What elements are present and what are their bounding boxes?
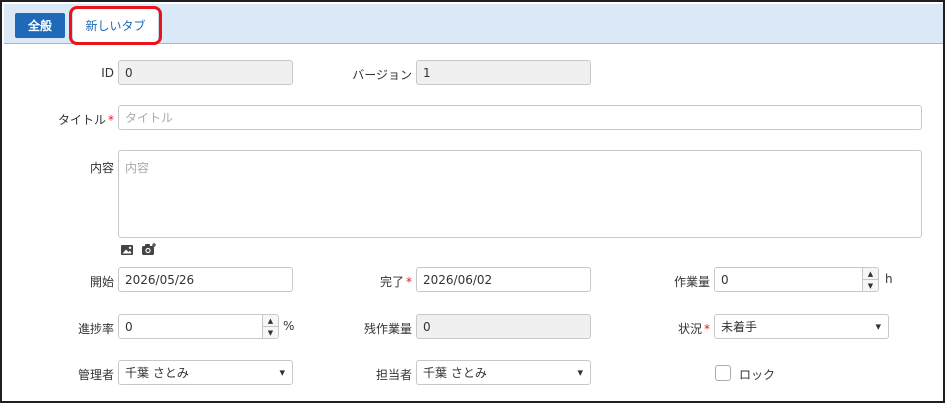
assignee-select[interactable]: 千葉 さとみ ▾	[416, 360, 591, 385]
workload-unit: h	[885, 272, 893, 286]
required-mark: *	[108, 113, 114, 127]
status-value: 未着手	[721, 320, 758, 334]
id-field: 0	[118, 60, 293, 85]
remaining-field: 0	[416, 314, 591, 339]
chevron-down-icon: ▾	[875, 320, 881, 333]
spin-down-icon[interactable]: ▼	[263, 327, 278, 338]
workload-value: 0	[721, 272, 729, 287]
form-frame: 全般 新しいタブ ID 0 バージョン 1 タイトル * タイトル 内容 内容 開…	[0, 0, 945, 403]
end-date-input[interactable]: 2026/06/02	[416, 267, 591, 292]
status-select[interactable]: 未着手 ▾	[714, 314, 889, 339]
content-label: 内容	[89, 161, 114, 175]
remaining-label: 残作業量	[363, 322, 412, 336]
workload-label: 作業量	[673, 275, 710, 289]
end-label: 完了 *	[342, 273, 412, 290]
manager-value: 千葉 さとみ	[125, 366, 189, 380]
title-input[interactable]: タイトル	[118, 105, 922, 130]
manager-label: 管理者	[77, 368, 114, 382]
workload-input[interactable]: 0 ▲ ▼	[714, 267, 879, 292]
progress-unit: %	[283, 319, 295, 333]
start-label: 開始	[89, 275, 114, 289]
chevron-down-icon: ▾	[577, 366, 583, 379]
progress-value: 0	[125, 319, 133, 334]
version-field: 1	[416, 60, 591, 85]
progress-label: 進捗率	[77, 322, 114, 336]
version-label: バージョン	[352, 68, 412, 82]
assignee-value: 千葉 さとみ	[423, 366, 487, 380]
id-label: ID	[101, 66, 114, 80]
assignee-label: 担当者	[375, 368, 412, 382]
status-label: 状況 *	[642, 320, 710, 337]
lock-checkbox[interactable]	[715, 365, 731, 381]
status-label-text: 状況	[677, 322, 702, 336]
required-mark: *	[704, 322, 710, 336]
progress-spinner[interactable]: ▲ ▼	[262, 315, 278, 338]
spin-up-icon[interactable]: ▲	[863, 268, 878, 280]
progress-input[interactable]: 0 ▲ ▼	[118, 314, 279, 339]
tab-bar: 全般 新しいタブ	[4, 4, 943, 45]
chevron-down-icon: ▾	[279, 366, 285, 379]
workload-spinner[interactable]: ▲ ▼	[862, 268, 878, 291]
camera-icon[interactable]	[141, 242, 157, 257]
tab-general[interactable]: 全般	[15, 13, 65, 38]
manager-select[interactable]: 千葉 さとみ ▾	[118, 360, 293, 385]
required-mark: *	[406, 275, 412, 289]
title-label-text: タイトル	[57, 113, 106, 127]
lock-label: ロック	[739, 368, 776, 382]
spin-up-icon[interactable]: ▲	[263, 315, 278, 327]
image-icon[interactable]	[120, 243, 134, 257]
tab-new[interactable]: 新しいタブ	[72, 8, 159, 42]
start-date-input[interactable]: 2026/05/26	[118, 267, 293, 292]
content-textarea[interactable]: 内容	[118, 150, 922, 238]
end-label-text: 完了	[379, 275, 404, 289]
title-label: タイトル *	[42, 111, 114, 128]
spin-down-icon[interactable]: ▼	[863, 280, 878, 291]
